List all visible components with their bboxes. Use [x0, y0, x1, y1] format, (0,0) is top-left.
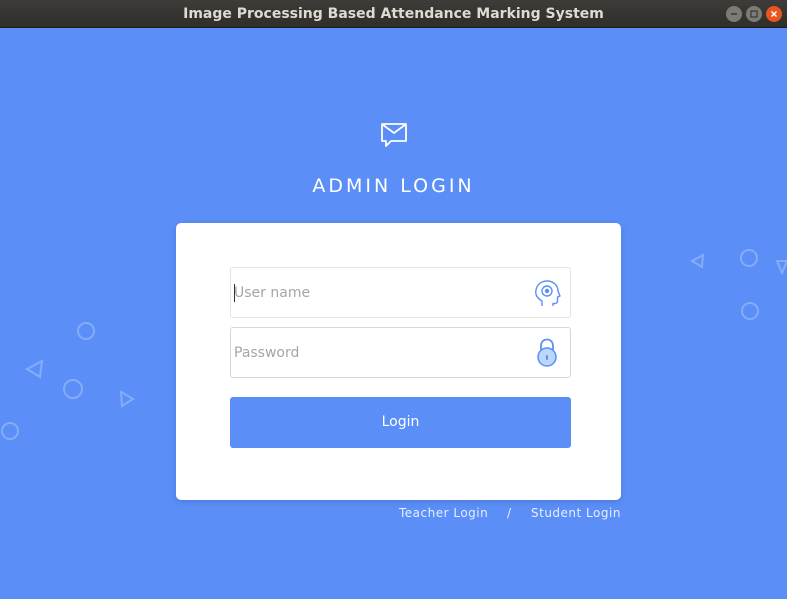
user-head-icon [535, 280, 561, 306]
window-titlebar: Image Processing Based Attendance Markin… [0, 0, 787, 28]
password-input[interactable] [234, 328, 524, 377]
login-card: Login [176, 223, 621, 500]
close-icon [771, 11, 777, 17]
circle-decoration-icon [1, 422, 19, 440]
triangle-decoration-icon [24, 359, 44, 379]
close-button[interactable] [766, 6, 782, 22]
mail-icon [381, 123, 407, 147]
text-caret [234, 284, 235, 302]
maximize-button[interactable] [746, 6, 762, 22]
circle-decoration-icon [740, 249, 758, 267]
login-button[interactable]: Login [230, 397, 571, 448]
teacher-login-link[interactable]: Teacher Login [399, 506, 488, 520]
link-separator: / [507, 506, 512, 520]
triangle-decoration-icon [775, 260, 787, 276]
circle-decoration-icon [63, 379, 83, 399]
username-field [230, 267, 571, 318]
password-field [230, 327, 571, 378]
triangle-decoration-icon [690, 253, 705, 269]
minimize-icon [731, 13, 737, 15]
circle-decoration-icon [741, 302, 759, 320]
triangle-decoration-icon [119, 390, 135, 408]
login-screen: ADMIN LOGIN Login Teacher Login / Studen… [0, 28, 787, 599]
page-title: ADMIN LOGIN [312, 175, 475, 197]
minimize-button[interactable] [726, 6, 742, 22]
circle-decoration-icon [77, 322, 95, 340]
student-login-link[interactable]: Student Login [531, 506, 621, 520]
maximize-icon [750, 10, 758, 18]
padlock-icon [537, 338, 557, 367]
window-title: Image Processing Based Attendance Markin… [183, 6, 604, 22]
username-input[interactable] [234, 268, 524, 317]
